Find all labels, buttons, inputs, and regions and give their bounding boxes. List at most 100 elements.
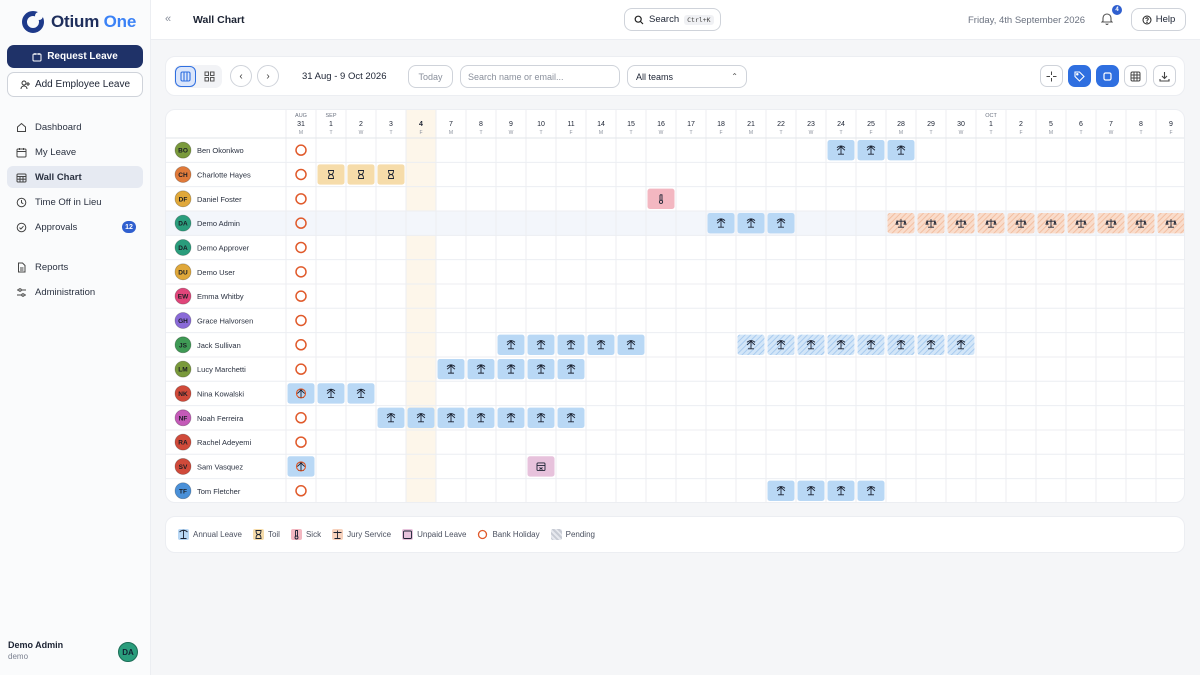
leave-cell-annual-pending[interactable]: [947, 334, 975, 355]
leave-cell-annual[interactable]: [587, 334, 615, 355]
team-select[interactable]: All teams ⌃: [627, 65, 747, 88]
leave-cell-jury[interactable]: [947, 212, 975, 234]
leave-cell-jury[interactable]: [1157, 212, 1185, 234]
current-user[interactable]: Demo Admin demo: [8, 640, 63, 661]
employee-name[interactable]: Noah Ferreira: [197, 414, 244, 423]
leave-cell-annual[interactable]: [557, 358, 585, 380]
leave-cell-annual[interactable]: [527, 358, 555, 380]
leave-cell-annual[interactable]: [767, 212, 795, 234]
leave-cell-annual-pending[interactable]: [737, 334, 765, 355]
notifications-bell-icon[interactable]: [1100, 12, 1114, 30]
add-employee-leave-button[interactable]: Add Employee Leave: [7, 72, 143, 97]
bank-holiday-icon[interactable]: [295, 144, 307, 156]
leave-cell-annual[interactable]: [317, 383, 345, 404]
leave-cell-annual[interactable]: [737, 212, 765, 234]
collapse-sidebar-icon[interactable]: «: [165, 13, 171, 25]
download-button[interactable]: [1153, 65, 1176, 87]
leave-cell-annual[interactable]: [527, 334, 555, 355]
employee-name[interactable]: Emma Whitby: [197, 292, 244, 301]
leave-cell-annual[interactable]: [497, 407, 525, 428]
leave-cell-annual[interactable]: [707, 212, 735, 234]
employee-name[interactable]: Demo Approver: [197, 243, 250, 252]
bank-holiday-icon[interactable]: [295, 266, 307, 278]
leave-cell-toil[interactable]: [377, 164, 405, 185]
leave-cell-annual[interactable]: [347, 383, 375, 404]
leave-cell-annual[interactable]: [437, 358, 465, 380]
leave-cell-annual[interactable]: [827, 480, 855, 501]
global-search-button[interactable]: Search Ctrl+K: [624, 8, 721, 31]
leave-cell-toil[interactable]: [317, 164, 345, 185]
employee-name[interactable]: Daniel Foster: [197, 195, 242, 204]
sidebar-item-approvals[interactable]: Approvals 12: [7, 216, 143, 238]
leave-cell-annual[interactable]: [527, 407, 555, 428]
focus-button[interactable]: [1040, 65, 1063, 87]
sidebar-item-time-off-in-lieu[interactable]: Time Off in Lieu: [7, 191, 143, 213]
leave-cell-jury[interactable]: [1037, 212, 1065, 234]
leave-cell-annual[interactable]: [557, 334, 585, 355]
leave-cell-annual[interactable]: [467, 358, 495, 380]
leave-cell-annual[interactable]: [557, 407, 585, 428]
help-button[interactable]: Help: [1131, 8, 1186, 31]
leave-cell-annual-pending[interactable]: [767, 334, 795, 355]
employee-name[interactable]: Jack Sullivan: [197, 341, 241, 350]
bank-holiday-icon[interactable]: [295, 193, 307, 205]
compact-toggle-button[interactable]: [1096, 65, 1119, 87]
employee-name[interactable]: Demo User: [197, 268, 235, 277]
leave-cell-annual-pending[interactable]: [827, 334, 855, 355]
leave-cell-annual[interactable]: [377, 407, 405, 428]
bank-holiday-icon[interactable]: [295, 339, 307, 351]
bank-holiday-icon[interactable]: [295, 290, 307, 302]
sidebar-item-reports[interactable]: Reports: [7, 256, 143, 278]
grid-view-icon[interactable]: [199, 66, 220, 87]
leave-cell-unpaid[interactable]: [527, 456, 555, 477]
columns-view-icon[interactable]: [175, 66, 196, 87]
sidebar-item-my-leave[interactable]: My Leave: [7, 141, 143, 163]
avatar[interactable]: DA: [118, 642, 138, 662]
leave-cell-annual[interactable]: [287, 456, 315, 477]
leave-cell-jury[interactable]: [1007, 212, 1035, 234]
sidebar-item-dashboard[interactable]: Dashboard: [7, 116, 143, 138]
leave-cell-annual-pending[interactable]: [857, 334, 885, 355]
leave-cell-toil[interactable]: [347, 164, 375, 185]
bank-holiday-icon[interactable]: [295, 485, 307, 497]
bank-holiday-icon[interactable]: [295, 436, 307, 448]
employee-name[interactable]: Nina Kowalski: [197, 389, 244, 398]
table-view-button[interactable]: [1124, 65, 1147, 87]
employee-name[interactable]: Ben Okonkwo: [197, 146, 244, 155]
leave-cell-annual[interactable]: [857, 140, 885, 161]
employee-name[interactable]: Tom Fletcher: [197, 487, 241, 496]
bank-holiday-icon[interactable]: [295, 241, 307, 254]
leave-cell-annual[interactable]: [767, 480, 795, 501]
leave-cell-annual-pending[interactable]: [797, 334, 825, 355]
sidebar-item-administration[interactable]: Administration: [7, 281, 143, 303]
leave-cell-annual-pending[interactable]: [887, 334, 915, 355]
prev-period-button[interactable]: ‹: [230, 65, 252, 87]
leave-cell-jury[interactable]: [917, 212, 945, 234]
bank-holiday-icon[interactable]: [295, 314, 307, 327]
leave-cell-jury[interactable]: [1127, 212, 1155, 234]
logo[interactable]: Otium One: [22, 11, 136, 33]
leave-cell-jury[interactable]: [1097, 212, 1125, 234]
leave-cell-sick[interactable]: [647, 188, 675, 209]
leave-cell-annual[interactable]: [497, 358, 525, 380]
bank-holiday-icon[interactable]: [295, 168, 307, 181]
leave-cell-annual[interactable]: [467, 407, 495, 428]
next-period-button[interactable]: ›: [257, 65, 279, 87]
leave-cell-jury[interactable]: [1067, 212, 1095, 234]
bank-holiday-icon[interactable]: [295, 363, 307, 375]
leave-cell-annual[interactable]: [887, 140, 915, 161]
employee-search-input[interactable]: Search name or email...: [460, 65, 620, 88]
employee-name[interactable]: Sam Vasquez: [197, 462, 243, 471]
employee-name[interactable]: Charlotte Hayes: [197, 170, 251, 179]
leave-cell-annual[interactable]: [287, 383, 315, 404]
leave-cell-annual[interactable]: [407, 407, 435, 428]
employee-name[interactable]: Grace Halvorsen: [197, 316, 253, 325]
leave-cell-annual[interactable]: [797, 480, 825, 501]
tag-toggle-button[interactable]: [1068, 65, 1091, 87]
leave-cell-annual[interactable]: [617, 334, 645, 355]
employee-name[interactable]: Rachel Adeyemi: [197, 438, 252, 447]
leave-cell-jury[interactable]: [977, 212, 1005, 234]
request-leave-button[interactable]: Request Leave: [7, 45, 143, 68]
leave-cell-annual[interactable]: [497, 334, 525, 355]
leave-cell-annual-pending[interactable]: [917, 334, 945, 355]
